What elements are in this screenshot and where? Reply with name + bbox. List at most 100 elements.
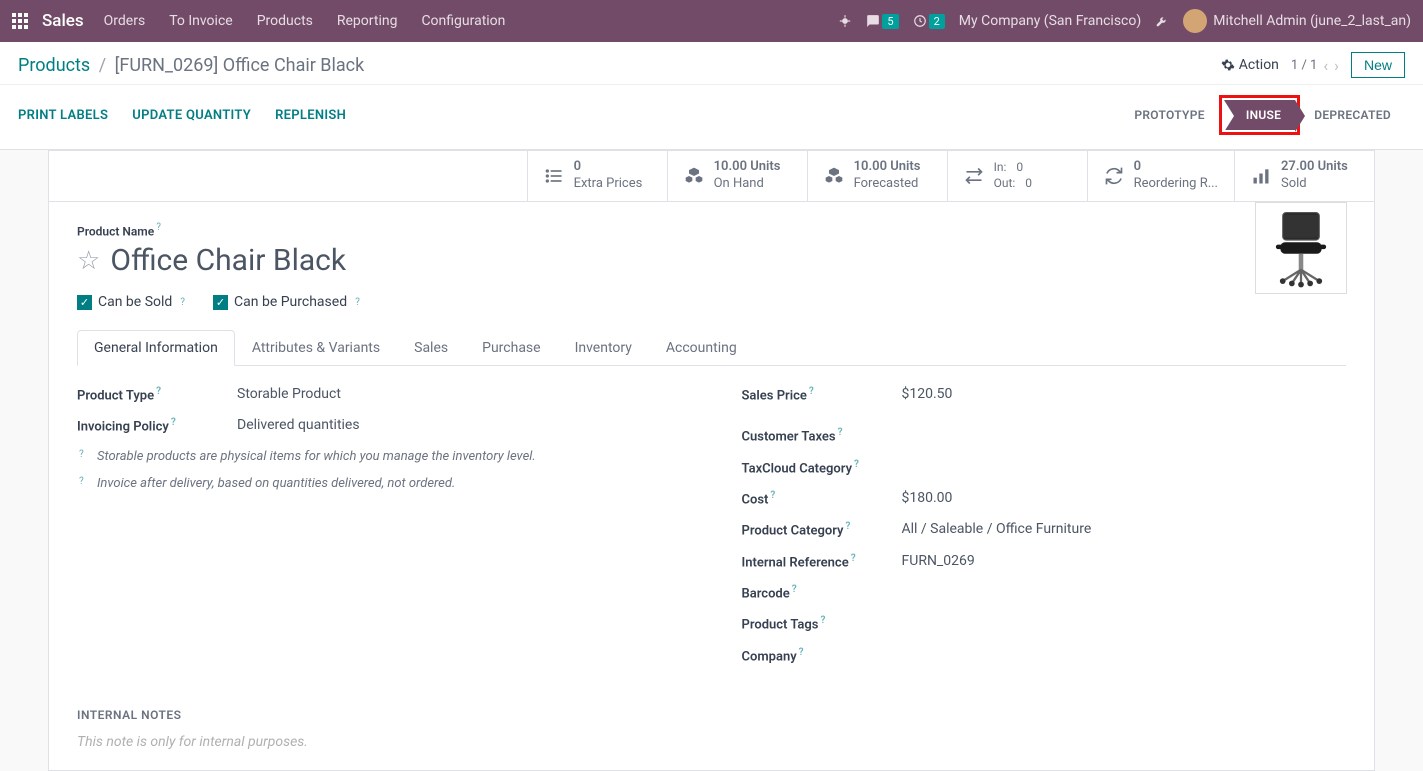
nav-reporting[interactable]: Reporting — [337, 13, 398, 29]
help-icon[interactable]: ? — [820, 615, 825, 626]
field-value[interactable]: Storable Product — [237, 386, 341, 402]
print-labels-button[interactable]: PRINT LABELS — [18, 108, 108, 123]
checks-row: ✓Can be Sold? ✓ Can be Purchased? — [77, 294, 1346, 310]
user-menu[interactable]: Mitchell Admin (june_2_last_an) — [1183, 9, 1411, 33]
out-val: 0 — [1025, 176, 1032, 192]
tab-inventory[interactable]: Inventory — [558, 330, 649, 365]
transfer-icon — [964, 166, 984, 186]
pager-next-icon[interactable]: › — [1334, 56, 1339, 75]
status-deprecated[interactable]: DEPRECATED — [1300, 100, 1405, 130]
form-body: Product Name? ☆ Office Chair Black ✓Can … — [49, 202, 1374, 770]
help-icon[interactable]: ? — [770, 490, 775, 501]
messages-icon[interactable]: 5 — [866, 14, 898, 29]
hint-row-2: ? Invoice after delivery, based on quant… — [77, 476, 682, 493]
company-switcher[interactable]: My Company (San Francisco) — [959, 13, 1141, 29]
field-value[interactable]: FURN_0269 — [902, 553, 975, 569]
product-image[interactable] — [1255, 202, 1347, 294]
check-label: Can be Sold — [98, 294, 172, 310]
apps-icon[interactable] — [12, 13, 28, 29]
gear-icon — [1221, 58, 1235, 72]
out-label: Out: — [994, 176, 1016, 192]
nav-products[interactable]: Products — [257, 13, 313, 29]
details-grid: Product Type? Storable Product Invoicing… — [77, 386, 1346, 678]
cubes-icon — [824, 166, 844, 186]
tab-accounting[interactable]: Accounting — [649, 330, 754, 365]
help-icon[interactable]: ? — [851, 553, 856, 564]
nav-to-invoice[interactable]: To Invoice — [169, 13, 233, 29]
field-value[interactable]: Delivered quantities — [237, 417, 360, 433]
field-label-text: Customer Taxes — [742, 430, 836, 445]
stat-reordering[interactable]: 0Reordering R... — [1087, 151, 1234, 201]
stat-label: Forecasted — [854, 176, 921, 193]
field-label-text: Product Tags — [742, 618, 819, 633]
product-name-label-row: Product Name? — [77, 222, 1346, 239]
update-quantity-button[interactable]: UPDATE QUANTITY — [132, 108, 251, 123]
nav-orders[interactable]: Orders — [104, 13, 146, 29]
status-inuse[interactable]: INUSE — [1224, 100, 1295, 130]
stat-sold[interactable]: 27.00 UnitsSold — [1234, 151, 1374, 201]
help-icon[interactable]: ? — [846, 521, 851, 532]
can-be-purchased-check[interactable]: ✓ Can be Purchased? — [213, 294, 360, 310]
nav-right: 5 2 My Company (San Francisco) Mitchell … — [838, 9, 1411, 33]
tab-attributes[interactable]: Attributes & Variants — [235, 330, 397, 365]
hint-text: Storable products are physical items for… — [97, 449, 536, 466]
help-icon[interactable]: ? — [799, 647, 804, 658]
help-icon[interactable]: ? — [792, 584, 797, 595]
action-label: Action — [1239, 57, 1279, 73]
field-label-text: Barcode — [742, 586, 790, 601]
pager-prev-icon[interactable]: ‹ — [1323, 56, 1328, 75]
breadcrumb-sep: / — [99, 55, 106, 76]
tab-general[interactable]: General Information — [77, 330, 235, 366]
stat-label: On Hand — [714, 176, 781, 193]
replenish-button[interactable]: REPLENISH — [275, 108, 346, 123]
pager-text[interactable]: 1 / 1 — [1291, 58, 1317, 73]
help-icon[interactable]: ? — [854, 459, 859, 470]
field-value[interactable]: All / Saleable / Office Furniture — [902, 521, 1092, 537]
internal-notes-input[interactable]: This note is only for internal purposes. — [77, 734, 1346, 750]
tools-icon[interactable] — [1155, 14, 1169, 28]
new-button[interactable]: New — [1351, 52, 1405, 78]
can-be-sold-check[interactable]: ✓Can be Sold? — [77, 294, 185, 310]
field-company: Company? — [742, 647, 1347, 664]
stat-in-out[interactable]: In:0 Out:0 — [947, 151, 1087, 201]
help-icon[interactable]: ? — [79, 476, 84, 487]
activities-badge: 2 — [929, 14, 945, 29]
stat-extra-prices[interactable]: 0Extra Prices — [527, 151, 667, 201]
stat-label: Reordering R... — [1134, 176, 1218, 193]
title-row: ☆ Office Chair Black — [77, 243, 1346, 278]
field-value[interactable]: $120.50 — [902, 386, 953, 402]
help-icon[interactable]: ? — [355, 297, 360, 308]
tabs: General Information Attributes & Variant… — [77, 330, 1346, 366]
chair-icon — [1266, 208, 1336, 288]
favorite-star-icon[interactable]: ☆ — [77, 246, 100, 276]
checkbox-icon: ✓ — [213, 295, 228, 310]
stat-forecasted[interactable]: 10.00 UnitsForecasted — [807, 151, 947, 201]
action-menu[interactable]: Action — [1221, 57, 1279, 73]
bug-icon[interactable] — [838, 14, 852, 28]
help-icon[interactable]: ? — [838, 427, 843, 438]
activities-icon[interactable]: 2 — [913, 14, 945, 29]
product-title[interactable]: Office Chair Black — [110, 243, 346, 278]
stat-label: Sold — [1281, 176, 1348, 193]
stat-val: 0 — [1134, 159, 1218, 176]
help-icon[interactable]: ? — [79, 449, 84, 460]
status-bar: PROTOTYPE INUSE DEPRECATED — [1120, 95, 1405, 135]
help-icon[interactable]: ? — [809, 386, 814, 397]
tab-sales[interactable]: Sales — [397, 330, 465, 365]
stat-val: 27.00 Units — [1281, 159, 1348, 176]
nav-configuration[interactable]: Configuration — [421, 13, 505, 29]
breadcrumb-root[interactable]: Products — [18, 55, 90, 76]
check-label: Can be Purchased — [234, 294, 347, 310]
field-tags: Product Tags? — [742, 615, 1347, 632]
help-icon[interactable]: ? — [180, 297, 185, 308]
action-bar-left: PRINT LABELS UPDATE QUANTITY REPLENISH — [18, 108, 346, 123]
app-brand[interactable]: Sales — [42, 11, 84, 31]
stat-on-hand[interactable]: 10.00 UnitsOn Hand — [667, 151, 807, 201]
help-icon[interactable]: ? — [171, 417, 176, 428]
field-barcode: Barcode? — [742, 584, 1347, 601]
tab-purchase[interactable]: Purchase — [465, 330, 557, 365]
help-icon[interactable]: ? — [156, 222, 161, 233]
help-icon[interactable]: ? — [156, 386, 161, 397]
status-prototype[interactable]: PROTOTYPE — [1120, 100, 1218, 130]
field-value[interactable]: $180.00 — [902, 490, 953, 506]
